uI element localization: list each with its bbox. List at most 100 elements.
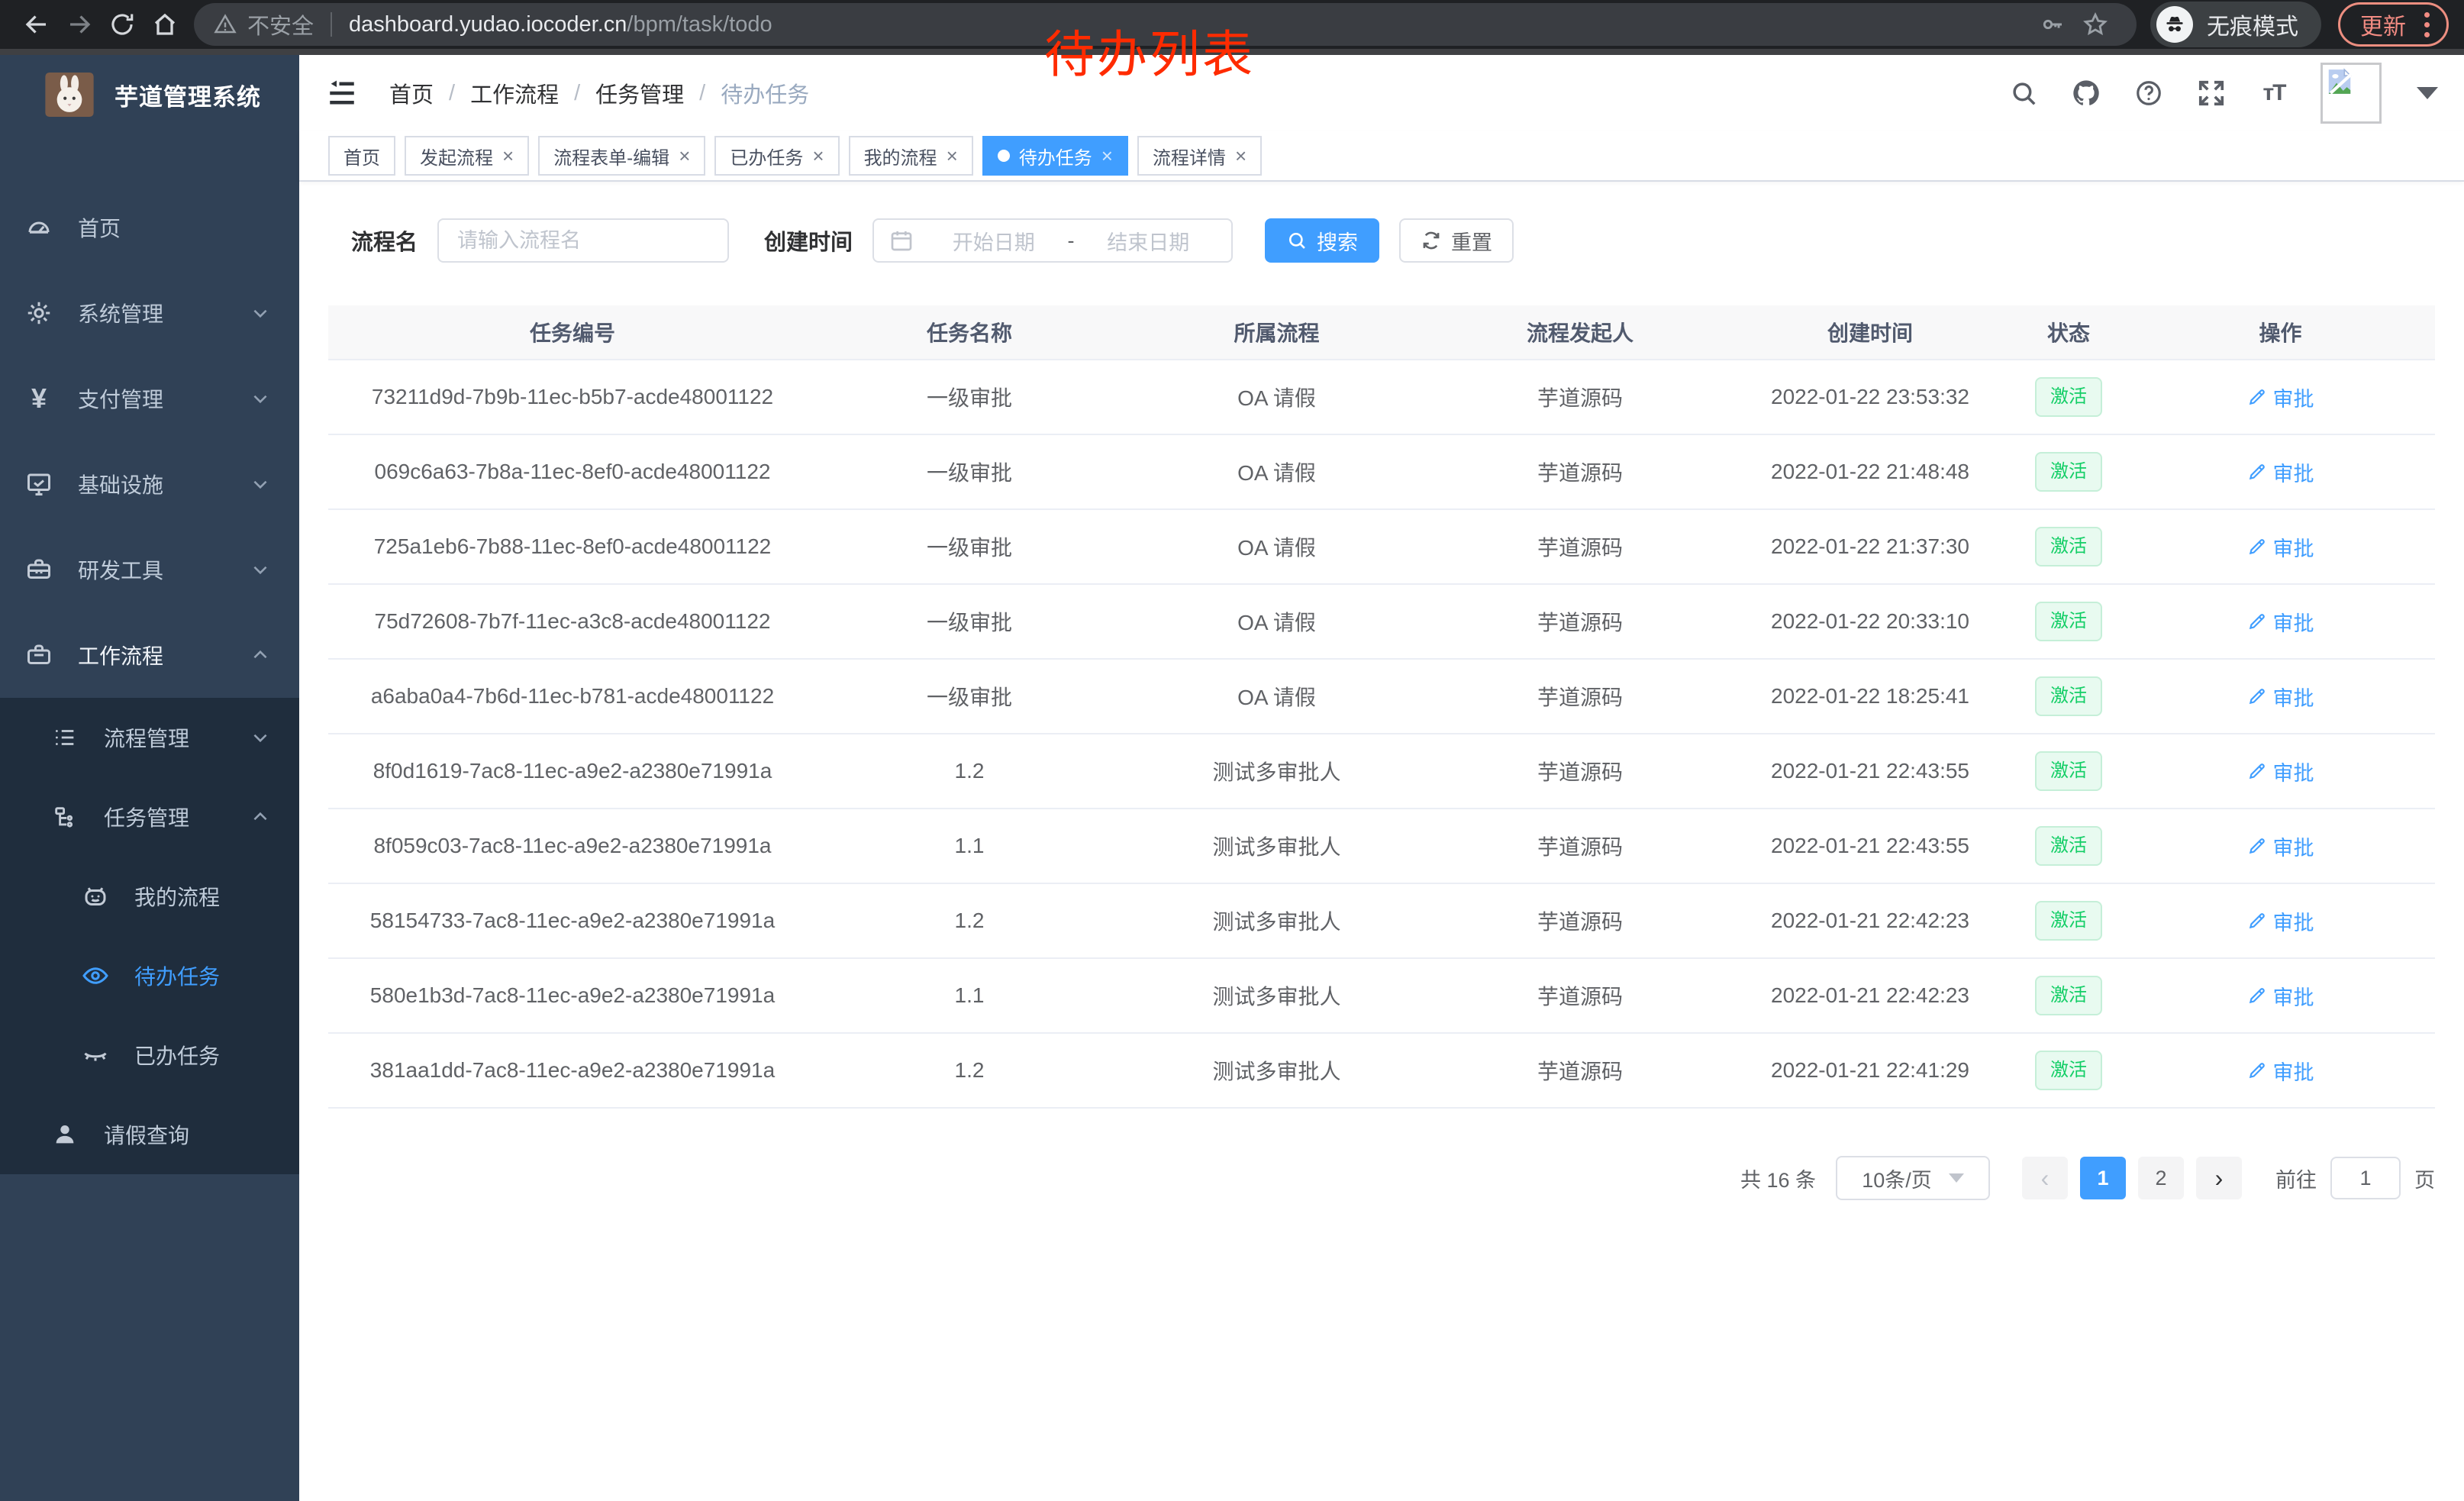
page-size-select[interactable]: 10条/页 bbox=[1836, 1156, 1990, 1200]
tab-close-icon[interactable]: × bbox=[1101, 146, 1113, 166]
approve-link[interactable]: 审批 bbox=[2247, 607, 2314, 637]
cell-status: 激活 bbox=[2011, 602, 2126, 641]
sidebar-item-home[interactable]: 首页 bbox=[0, 185, 299, 270]
tab-label: 流程详情 bbox=[1153, 143, 1226, 169]
approve-link[interactable]: 审批 bbox=[2247, 757, 2314, 786]
password-key-icon[interactable] bbox=[2031, 3, 2074, 46]
sidebar-item-leave-query[interactable]: 请假查询 bbox=[0, 1095, 299, 1174]
browser-home-icon[interactable] bbox=[144, 3, 186, 46]
next-page-button[interactable]: › bbox=[2196, 1157, 2242, 1199]
sidebar-item-my-process[interactable]: 我的流程 bbox=[0, 857, 299, 936]
page-button-1[interactable]: 1 bbox=[2080, 1157, 2126, 1199]
process-name-label: 流程名 bbox=[351, 224, 418, 257]
security-warning-icon[interactable] bbox=[214, 13, 237, 36]
approve-link[interactable]: 审批 bbox=[2247, 1056, 2314, 1086]
approve-link[interactable]: 审批 bbox=[2247, 532, 2314, 562]
end-date-placeholder[interactable]: 结束日期 bbox=[1081, 226, 1217, 256]
breadcrumb-current: 待办任务 bbox=[721, 77, 809, 109]
sidebar-item-process-mgmt[interactable]: 流程管理 bbox=[0, 698, 299, 777]
tab[interactable]: 流程详情 × bbox=[1137, 136, 1262, 176]
cell-task-name: 一级审批 bbox=[817, 681, 1122, 712]
tab[interactable]: 发起流程 × bbox=[405, 136, 529, 176]
tab[interactable]: 已办任务 × bbox=[714, 136, 839, 176]
avatar[interactable] bbox=[2320, 63, 2382, 124]
github-icon[interactable] bbox=[2070, 77, 2102, 109]
process-name-input[interactable] bbox=[437, 218, 729, 263]
breadcrumb-task-mgmt[interactable]: 任务管理 bbox=[595, 77, 684, 109]
approve-link[interactable]: 审批 bbox=[2247, 383, 2314, 412]
sidebar-item-devtools[interactable]: 研发工具 bbox=[0, 527, 299, 612]
column-header: 任务编号 bbox=[328, 317, 817, 347]
browser-update-button[interactable]: 更新 bbox=[2338, 2, 2449, 47]
date-range-picker[interactable]: 开始日期 - 结束日期 bbox=[872, 218, 1233, 263]
browser-back-icon[interactable] bbox=[15, 3, 58, 46]
avatar-dropdown-caret-icon[interactable] bbox=[2417, 87, 2438, 99]
cell-status: 激活 bbox=[2011, 826, 2126, 865]
sidebar-item-pay[interactable]: ¥ 支付管理 bbox=[0, 356, 299, 441]
approve-label: 审批 bbox=[2273, 607, 2314, 637]
cell-starter: 芋道源码 bbox=[1431, 606, 1729, 637]
search-icon[interactable] bbox=[2008, 77, 2040, 109]
tab-close-icon[interactable]: × bbox=[1235, 146, 1247, 166]
breadcrumb-home[interactable]: 首页 bbox=[389, 77, 434, 109]
approve-label: 审批 bbox=[2273, 981, 2314, 1011]
cell-task-name: 1.2 bbox=[817, 909, 1122, 933]
table-row: 725a1eb6-7b88-11ec-8ef0-acde48001122 一级审… bbox=[328, 510, 2435, 585]
tab[interactable]: 首页 × bbox=[328, 136, 395, 176]
tab[interactable]: 待办任务 × bbox=[982, 136, 1128, 176]
approve-link[interactable]: 审批 bbox=[2247, 981, 2314, 1011]
cell-process: OA 请假 bbox=[1122, 382, 1431, 412]
tab-close-icon[interactable]: × bbox=[812, 146, 824, 166]
tab[interactable]: 我的流程 × bbox=[849, 136, 973, 176]
logo-row[interactable]: 芋道管理系统 bbox=[0, 55, 299, 134]
incognito-badge: 无痕模式 bbox=[2150, 2, 2321, 47]
range-separator: - bbox=[1062, 229, 1081, 253]
bookmark-star-icon[interactable] bbox=[2074, 3, 2117, 46]
security-label[interactable]: 不安全 bbox=[247, 8, 314, 40]
tab-close-icon[interactable]: × bbox=[679, 146, 690, 166]
sidebar-item-infra[interactable]: 基础设施 bbox=[0, 441, 299, 527]
column-header: 所属流程 bbox=[1122, 317, 1431, 347]
gear-icon bbox=[24, 299, 53, 328]
cell-status: 激活 bbox=[2011, 976, 2126, 1015]
update-label[interactable]: 更新 bbox=[2360, 8, 2406, 41]
task-table: 任务编号任务名称所属流程流程发起人创建时间状态操作 73211d9d-7b9b-… bbox=[328, 305, 2435, 1109]
tab-close-icon[interactable]: × bbox=[947, 146, 958, 166]
cell-task-id: 75d72608-7b7f-11ec-a3c8-acde48001122 bbox=[328, 609, 817, 634]
sidebar-item-done-task[interactable]: 已办任务 bbox=[0, 1015, 299, 1095]
sidebar-item-todo-task[interactable]: 待办任务 bbox=[0, 936, 299, 1015]
edit-pen-icon bbox=[2247, 1060, 2267, 1080]
tab[interactable]: 流程表单-编辑 × bbox=[538, 136, 705, 176]
cell-process: 测试多审批人 bbox=[1122, 905, 1431, 936]
browser-menu-icon[interactable] bbox=[2424, 12, 2430, 37]
fullscreen-icon[interactable] bbox=[2195, 77, 2227, 109]
page-button-2[interactable]: 2 bbox=[2138, 1157, 2184, 1199]
goto-page-input[interactable] bbox=[2330, 1157, 2401, 1199]
font-size-icon[interactable]: тT bbox=[2258, 77, 2290, 109]
sidebar-item-workflow[interactable]: 工作流程 bbox=[0, 612, 299, 698]
table-row: 381aa1dd-7ac8-11ec-a9e2-a2380e71991a 1.2… bbox=[328, 1034, 2435, 1109]
start-date-placeholder[interactable]: 开始日期 bbox=[926, 226, 1062, 256]
page-content: 流程名 创建时间 开始日期 - 结束日期 搜索 bbox=[299, 182, 2464, 1501]
cell-task-name: 1.1 bbox=[817, 834, 1122, 858]
approve-link[interactable]: 审批 bbox=[2247, 457, 2314, 487]
sidebar-item-task-mgmt[interactable]: 任务管理 bbox=[0, 777, 299, 857]
reset-button[interactable]: 重置 bbox=[1399, 218, 1514, 263]
approve-link[interactable]: 审批 bbox=[2247, 831, 2314, 861]
navbar-tools: тT bbox=[2008, 63, 2438, 124]
browser-reload-icon[interactable] bbox=[101, 3, 144, 46]
sidebar-collapse-icon[interactable] bbox=[325, 76, 359, 110]
sidebar-item-system[interactable]: 系统管理 bbox=[0, 270, 299, 356]
breadcrumb-workflow[interactable]: 工作流程 bbox=[470, 77, 559, 109]
tab-close-icon[interactable]: × bbox=[502, 146, 514, 166]
prev-page-button[interactable]: ‹ bbox=[2022, 1157, 2068, 1199]
column-header: 创建时间 bbox=[1729, 317, 2011, 347]
address-bar[interactable]: 不安全 dashboard.yudao.iocoder.cn /bpm/task… bbox=[194, 3, 2137, 46]
approve-link[interactable]: 审批 bbox=[2247, 682, 2314, 712]
search-button[interactable]: 搜索 bbox=[1265, 218, 1379, 263]
browser-forward-icon[interactable] bbox=[58, 3, 101, 46]
cell-starter: 芋道源码 bbox=[1431, 980, 1729, 1011]
help-question-icon[interactable] bbox=[2133, 77, 2165, 109]
cell-starter: 芋道源码 bbox=[1431, 457, 1729, 487]
approve-link[interactable]: 审批 bbox=[2247, 906, 2314, 936]
